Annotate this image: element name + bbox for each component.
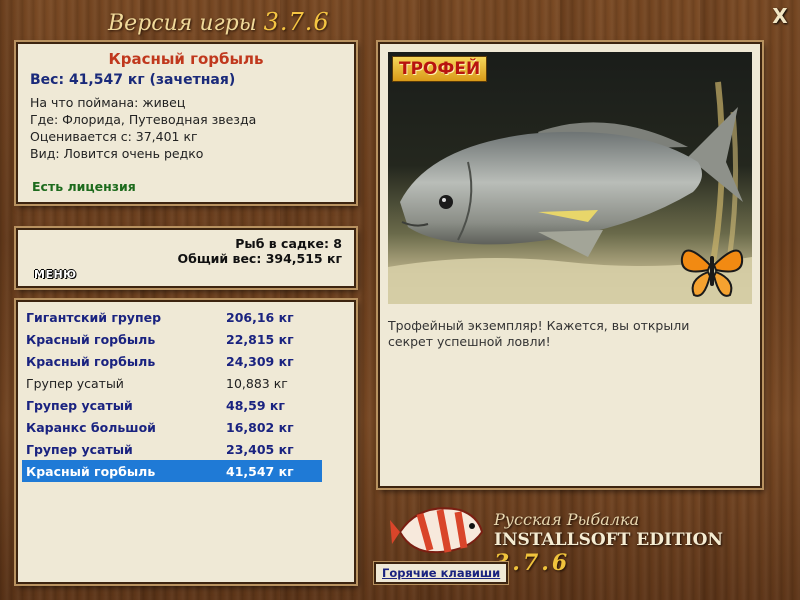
fish-count: Рыб в садке: 8 (235, 236, 342, 251)
license-status: Есть лицензия (32, 179, 136, 194)
fish-bait: На что поймана: живец (30, 95, 186, 110)
title-version: 3.7.6 (263, 8, 330, 36)
fish-photo: ТРОФЕЙ (388, 52, 752, 304)
close-icon: X (772, 4, 788, 28)
catch-row[interactable]: Групер усатый 23,405 кг (22, 438, 322, 460)
catch-row[interactable]: Групер усатый 10,883 кг (22, 372, 322, 394)
game-logo: Русская Рыбалка INSTALLSOFT EDITION 3.7.… (390, 492, 800, 576)
trophy-panel: ТРОФЕЙ Трофейный экземпляр! Кажется, вы … (378, 42, 762, 488)
window-title: Версия игры 3.7.6 (108, 8, 330, 36)
trophy-badge: ТРОФЕЙ (392, 56, 488, 82)
fish-info-panel: Красный горбыль Вес: 41,547 кг (зачетная… (16, 42, 356, 204)
keepnet-stats-panel: МЕНЮ Рыб в садке: 8 Общий вес: 394,515 к… (16, 228, 356, 288)
fish-location: Где: Флорида, Путеводная звезда (30, 112, 257, 127)
hotkeys-button[interactable]: Горячие клавиши (374, 562, 509, 584)
catch-weight: 206,16 кг (226, 309, 294, 325)
total-weight: Общий вес: 394,515 кг (177, 251, 343, 266)
catch-weight: 10,883 кг (226, 375, 288, 391)
catch-row[interactable]: Красный горбыль 22,815 кг (22, 328, 322, 350)
catch-name: Групер усатый (26, 397, 133, 413)
fish-value: Оценивается с: 37,401 кг (30, 129, 198, 144)
catch-name: Гигантский групер (26, 309, 162, 325)
fish-illustration (388, 81, 752, 304)
catch-row[interactable]: Групер усатый 48,59 кг (22, 394, 322, 416)
catch-name: Красный горбыль (26, 463, 156, 479)
title-prefix: Версия игры (108, 11, 257, 36)
menu-button[interactable]: МЕНЮ (34, 268, 77, 281)
catch-row[interactable]: Гигантский групер 206,16 кг (22, 306, 322, 328)
catch-weight: 16,802 кг (226, 419, 294, 435)
catch-row[interactable]: Красный горбыль 24,309 кг (22, 350, 322, 372)
catch-name: Групер усатый (26, 375, 124, 391)
fish-logo-icon (390, 507, 484, 554)
catch-name: Каранкс большой (26, 419, 156, 435)
catch-name: Красный горбыль (26, 331, 156, 347)
catch-name: Красный горбыль (26, 353, 156, 369)
catch-weight: 23,405 кг (226, 441, 294, 457)
catch-weight: 48,59 кг (226, 397, 285, 413)
catch-row[interactable]: Каранкс большой 16,802 кг (22, 416, 322, 438)
brand-line1: Русская Рыбалка (494, 510, 640, 529)
catch-weight: 22,815 кг (226, 331, 294, 347)
catch-list: Гигантский групер 206,16 кг Красный горбыл… (16, 300, 356, 584)
fish-species-note: Вид: Ловится очень редко (30, 146, 204, 161)
fish-name: Красный горбыль (108, 50, 264, 68)
brand-edition: INSTALLSOFT EDITION (494, 530, 723, 550)
catch-row[interactable]: Красный горбыль 41,547 кг (22, 460, 322, 482)
catch-name: Групер усатый (26, 441, 133, 457)
trophy-caption: Трофейный экземпляр! Кажется, вы открыли… (388, 318, 690, 349)
brand-line2: INSTALLSOFT EDITION 3.7.6 (494, 530, 800, 576)
catch-weight: 24,309 кг (226, 353, 294, 369)
fish-weight: Вес: 41,547 кг (зачетная) (30, 72, 236, 88)
catch-weight: 41,547 кг (226, 463, 294, 479)
fish-details: На что поймана: живец Где: Флорида, Путе… (30, 94, 342, 162)
close-button[interactable]: X (770, 6, 790, 26)
